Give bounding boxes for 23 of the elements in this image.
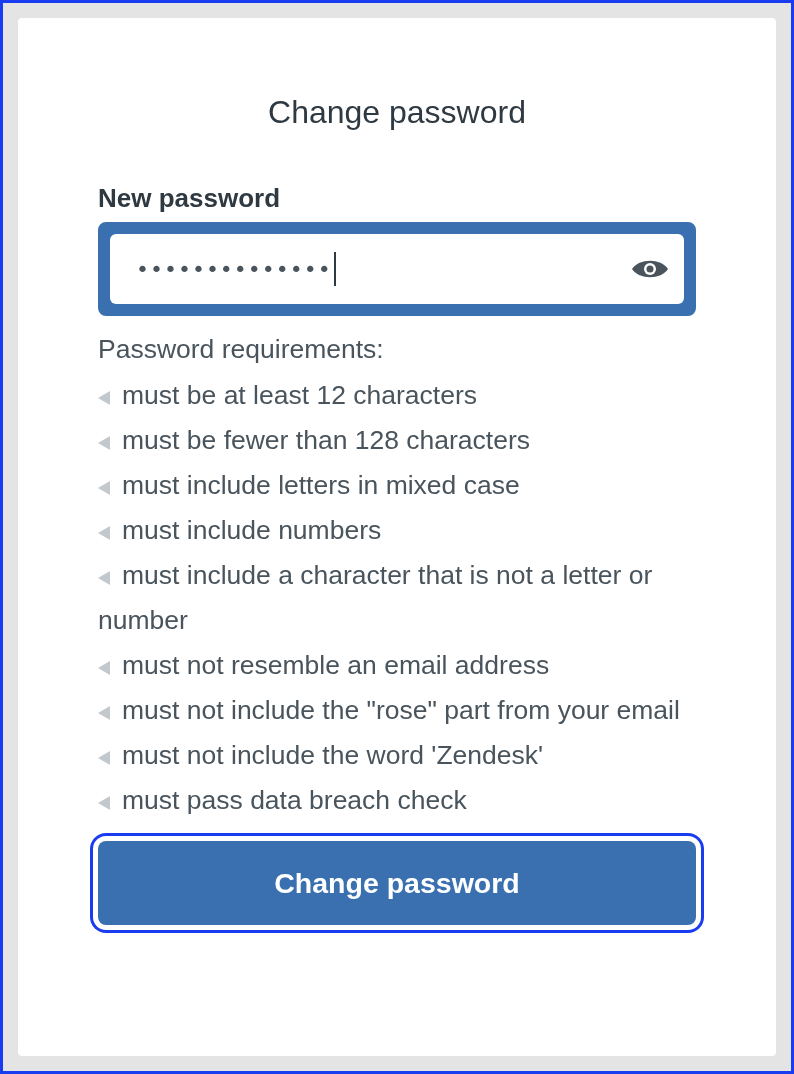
triangle-icon xyxy=(98,706,110,720)
requirement-text: must pass data breach check xyxy=(98,778,696,823)
eye-icon[interactable] xyxy=(632,258,668,280)
triangle-icon xyxy=(98,661,110,675)
field-label: New password xyxy=(98,183,281,214)
page-title: Change password xyxy=(267,94,527,131)
requirements-heading: Password requirements: xyxy=(98,334,385,365)
triangle-icon xyxy=(98,391,110,405)
triangle-icon xyxy=(98,481,110,495)
requirement-text: must be at least 12 characters xyxy=(98,373,696,418)
requirement-text: must be fewer than 128 characters xyxy=(98,418,696,463)
requirement-text: must not include the "rose" part from your email xyxy=(98,688,696,733)
triangle-icon xyxy=(98,526,110,540)
triangle-icon xyxy=(98,751,110,765)
password-field[interactable]: •••••••••••••• xyxy=(98,222,696,316)
requirement-text: must include letters in mixed case xyxy=(98,463,696,508)
requirement-text: must not resemble an email address xyxy=(98,643,696,688)
text-cursor xyxy=(333,252,336,286)
triangle-icon xyxy=(98,436,110,450)
requirement-text: must not include the word 'Zendesk' xyxy=(98,733,696,778)
triangle-icon xyxy=(98,796,110,810)
requirement-text: must include numbers xyxy=(98,508,696,553)
triangle-icon xyxy=(98,571,110,585)
